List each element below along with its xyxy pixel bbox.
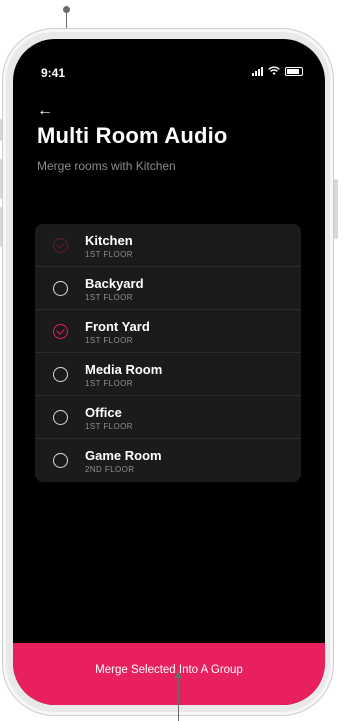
signal-icon — [252, 66, 263, 76]
room-name: Game Room — [85, 448, 162, 463]
room-name: Media Room — [85, 362, 163, 377]
room-item-kitchen[interactable]: Kitchen 1ST FLOOR — [35, 224, 301, 267]
radio-circle-icon — [53, 367, 68, 382]
status-time: 9:41 — [41, 66, 66, 80]
room-name: Front Yard — [85, 319, 150, 334]
check-circle-icon — [53, 324, 68, 339]
room-item-game-room[interactable]: Game Room 2ND FLOOR — [35, 439, 301, 482]
room-name: Kitchen — [85, 233, 133, 248]
phone-side-button — [0, 207, 2, 247]
room-floor: 1ST FLOOR — [85, 293, 133, 302]
phone-side-button — [0, 119, 2, 141]
annotation-line — [178, 675, 179, 721]
radio-circle-icon — [53, 453, 68, 468]
merge-button-label: Merge Selected Into A Group — [95, 664, 243, 676]
room-floor: 1ST FLOOR — [85, 379, 133, 388]
phone-side-button — [0, 159, 2, 199]
room-name: Backyard — [85, 276, 144, 291]
merge-selected-button[interactable]: Merge Selected Into A Group — [13, 643, 325, 705]
app-screen: 9:41 ← Multi Room Audio Merge rooms with… — [13, 39, 325, 705]
room-item-media-room[interactable]: Media Room 1ST FLOOR — [35, 353, 301, 396]
room-item-office[interactable]: Office 1ST FLOOR — [35, 396, 301, 439]
room-name: Office — [85, 405, 122, 420]
room-floor: 1ST FLOOR — [85, 250, 133, 259]
status-bar: 9:41 — [13, 39, 325, 80]
page-title: Multi Room Audio — [37, 123, 228, 148]
status-icons — [252, 66, 303, 76]
phone-side-button — [334, 179, 338, 239]
radio-circle-icon — [53, 410, 68, 425]
radio-circle-icon — [53, 281, 68, 296]
page-subtitle: Merge rooms with Kitchen — [37, 159, 176, 173]
room-floor: 1ST FLOOR — [85, 422, 133, 431]
room-list: Kitchen 1ST FLOOR Backyard 1ST FLOOR Fro… — [35, 224, 301, 482]
room-item-backyard[interactable]: Backyard 1ST FLOOR — [35, 267, 301, 310]
room-item-front-yard[interactable]: Front Yard 1ST FLOOR — [35, 310, 301, 353]
arrow-left-icon[interactable]: ← — [37, 103, 53, 119]
phone-frame: 9:41 ← Multi Room Audio Merge rooms with… — [0, 28, 338, 716]
wifi-icon — [268, 66, 280, 75]
room-floor: 1ST FLOOR — [85, 336, 133, 345]
check-circle-icon — [53, 238, 68, 253]
room-floor: 2ND FLOOR — [85, 465, 135, 474]
battery-icon — [285, 66, 303, 76]
